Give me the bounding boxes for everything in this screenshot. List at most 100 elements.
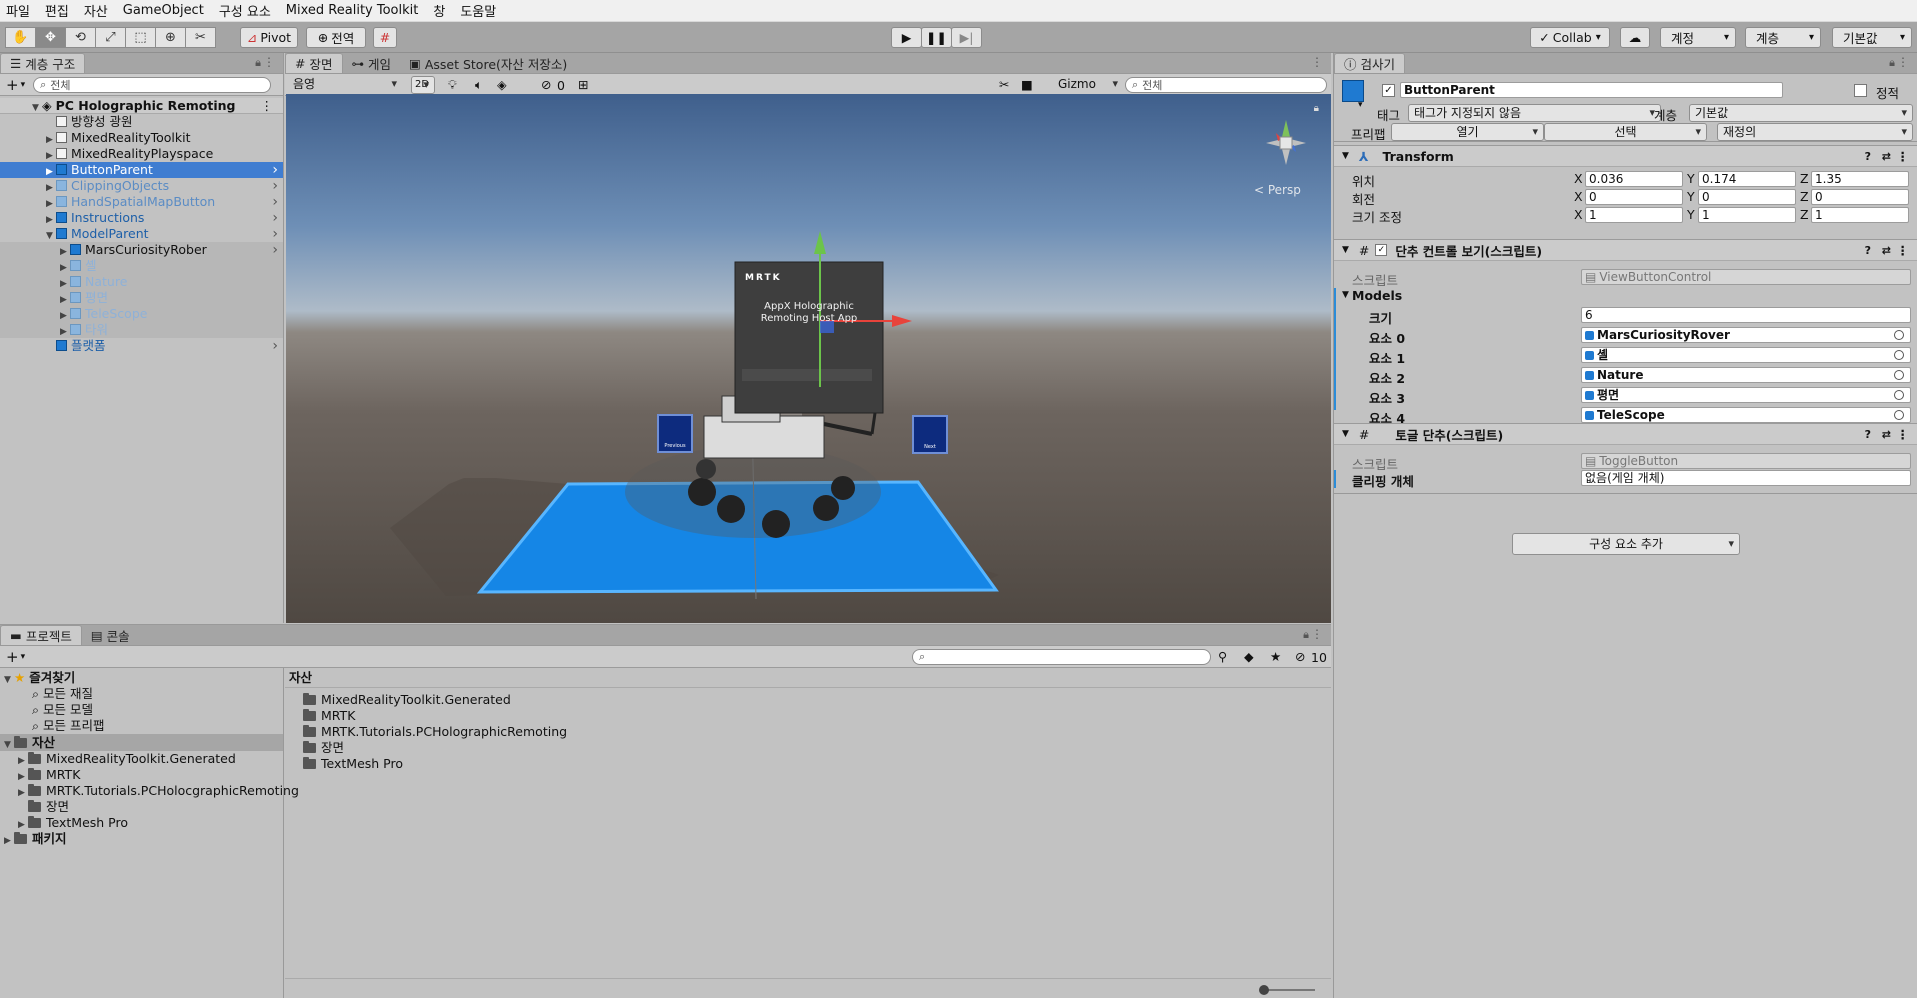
help-icon[interactable]: ? (1865, 428, 1871, 441)
chevron-down-icon[interactable]: ▾ (1358, 100, 1363, 110)
menu-window[interactable]: 창 (433, 1, 445, 20)
layers-dropdown[interactable]: 계층 ▾ (1745, 27, 1821, 48)
tag-dropdown[interactable]: 태그가 지정되지 않음 (1408, 104, 1661, 122)
light-icon[interactable]: 💡︎ (448, 77, 457, 93)
chevron-right-icon[interactable]: › (272, 162, 278, 178)
chevron-right-icon[interactable]: › (272, 242, 278, 258)
hierarchy-item[interactable]: ▶ HandSpatialMapButton › (0, 194, 283, 210)
object-picker-icon[interactable] (1894, 330, 1904, 340)
menu-edit[interactable]: 편집 (45, 1, 69, 20)
lock-icon[interactable]: 🔒︎ (1314, 103, 1319, 114)
menu-component[interactable]: 구성 요소 (219, 1, 271, 20)
hierarchy-item[interactable]: ▶ 타워 (0, 322, 283, 338)
lock-icon[interactable]: 🔒︎ (1889, 56, 1895, 70)
project-search-input[interactable]: ⌕ (912, 649, 1211, 665)
position-y-field[interactable]: 0.174 (1698, 171, 1796, 187)
tab-game[interactable]: ⊶ 게임 (343, 53, 401, 73)
expand-icon[interactable]: ▼ (1342, 151, 1349, 161)
more-icon[interactable]: ⋮ (1311, 55, 1323, 69)
scale-x-field[interactable]: 1 (1585, 207, 1683, 223)
hierarchy-item[interactable]: ▶ ClippingObjects › (0, 178, 283, 194)
more-icon[interactable]: ⋮ (1311, 627, 1323, 641)
favorite-item[interactable]: ⌕ 모든 재질 (0, 686, 93, 702)
preset-icon[interactable]: ⇄ (1882, 244, 1891, 257)
audio-icon[interactable]: 🔈︎ (475, 77, 483, 93)
hierarchy-item[interactable]: ▼ ModelParent › (0, 226, 283, 242)
packages-item[interactable]: ▶ 패키지 (0, 831, 67, 847)
view-button-control-header[interactable]: ▼ # ✓ 단추 컨트롤 보기(스크립트) ? ⇄ ⋮ (1334, 239, 1917, 261)
expand-icon[interactable]: ▼ (1342, 429, 1349, 439)
favorite-item[interactable]: ⌕ 모든 모델 (0, 702, 93, 718)
asset-folder-item[interactable]: ▶ MRTK (0, 767, 80, 783)
layout-dropdown[interactable]: 기본값 ▾ (1832, 27, 1912, 48)
prefab-overrides-dropdown[interactable]: 재정의 (1717, 123, 1913, 141)
asset-file-item[interactable]: 장면 (285, 740, 344, 756)
chevron-down-icon[interactable]: ▾ (21, 652, 26, 662)
hierarchy-item[interactable]: 방향성 광원 (0, 114, 283, 130)
add-icon[interactable]: + (6, 648, 19, 666)
hierarchy-item[interactable]: ▶ 셸 (0, 258, 283, 274)
lock-icon[interactable]: 🔒︎ (255, 56, 261, 70)
hierarchy-item[interactable]: ▶ ButtonParent › (0, 162, 283, 178)
asset-file-item[interactable]: MixedRealityToolkit.Generated (285, 692, 511, 708)
favorite-item[interactable]: ⌕ 모든 프리팹 (0, 718, 105, 734)
enabled-checkbox[interactable] (1375, 428, 1387, 440)
chevron-right-icon[interactable]: › (272, 226, 278, 242)
object-picker-icon[interactable] (1894, 410, 1904, 420)
menu-mrtk[interactable]: Mixed Reality Toolkit (286, 3, 419, 18)
favorites-item[interactable]: ▼ ★ 즐겨찾기 (0, 670, 75, 686)
menu-gameobject[interactable]: GameObject (123, 3, 204, 18)
chevron-right-icon[interactable]: › (272, 178, 278, 194)
hierarchy-search-input[interactable]: ⌕ 전체 (33, 76, 272, 93)
account-dropdown[interactable]: 계정 ▾ (1660, 27, 1736, 48)
scale-y-field[interactable]: 1 (1698, 207, 1796, 223)
more-icon[interactable]: ⋮ (1897, 149, 1910, 164)
tab-scene[interactable]: # 장면 (285, 53, 343, 73)
zoom-slider[interactable] (1259, 985, 1315, 995)
hierarchy-item[interactable]: ▶ Instructions › (0, 210, 283, 226)
hidden-objects-icon[interactable]: ⊘ (541, 77, 551, 92)
menu-file[interactable]: 파일 (6, 1, 30, 20)
favorite-star-icon[interactable]: ★ (1270, 649, 1281, 664)
filter-type-icon[interactable]: ⚲ (1218, 649, 1227, 664)
move-tool-icon[interactable]: ✥ (35, 27, 66, 48)
hierarchy-item[interactable]: 플랫폼 › (0, 338, 283, 354)
tab-console[interactable]: ▤ 콘솔 (82, 625, 139, 645)
lock-icon[interactable]: 🔒︎ (1303, 628, 1309, 642)
cloud-button[interactable]: ☁ (1620, 27, 1650, 48)
pivot-button[interactable]: ⊿ Pivot (240, 27, 298, 48)
chevron-down-icon[interactable]: ▾ (21, 80, 26, 90)
asset-file-item[interactable]: MRTK (285, 708, 355, 724)
scene-viewport[interactable]: MRTK AppX Holographic Remoting Host App … (286, 94, 1331, 623)
step-button[interactable]: ▶| (951, 27, 982, 48)
element-object-field[interactable]: Nature (1581, 367, 1911, 383)
persp-label[interactable]: < Persp (1254, 183, 1301, 197)
expand-icon[interactable]: ▼ (1342, 245, 1349, 255)
hierarchy-item[interactable]: ▶ TeleScope (0, 306, 283, 322)
element-object-field[interactable]: 셸 (1581, 347, 1911, 363)
object-picker-icon[interactable] (1894, 350, 1904, 360)
size-field[interactable]: 6 (1581, 307, 1911, 323)
rotate-tool-icon[interactable]: ⟲ (65, 27, 96, 48)
element-object-field[interactable]: MarsCuriosityRover (1581, 327, 1911, 343)
tab-inspector[interactable]: ⓘ 검사기 (1334, 53, 1406, 73)
help-icon[interactable]: ? (1865, 244, 1871, 257)
pause-button[interactable]: ❚❚ (921, 27, 952, 48)
transform-tool-icon[interactable]: ⊕ (155, 27, 186, 48)
more-icon[interactable]: ⋮ (1897, 55, 1909, 69)
add-icon[interactable]: + (6, 76, 19, 94)
filter-label-icon[interactable]: ◆ (1244, 649, 1254, 664)
object-picker-icon[interactable] (1894, 390, 1904, 400)
play-button[interactable]: ▶ (891, 27, 922, 48)
hierarchy-item[interactable]: ▶ MixedRealityToolkit (0, 130, 283, 146)
camera-icon[interactable]: ■ (1021, 77, 1033, 92)
shading-mode-dropdown[interactable]: 음영 (288, 76, 402, 94)
collab-dropdown[interactable]: ✓ Collab ▾ (1530, 27, 1610, 48)
preset-icon[interactable]: ⇄ (1882, 150, 1891, 163)
rect-tool-icon[interactable]: ⬚ (125, 27, 156, 48)
grid-snap-button[interactable]: # (373, 27, 397, 48)
custom-tool-icon[interactable]: ✂ (185, 27, 216, 48)
tab-hierarchy[interactable]: ☰ 계층 구조 (0, 53, 86, 73)
clipping-object-field[interactable]: 없음(게임 개체) (1581, 470, 1911, 486)
asset-folder-item[interactable]: ▶ MRTK.Tutorials.PCHolocgraphicRemoting (0, 783, 299, 799)
